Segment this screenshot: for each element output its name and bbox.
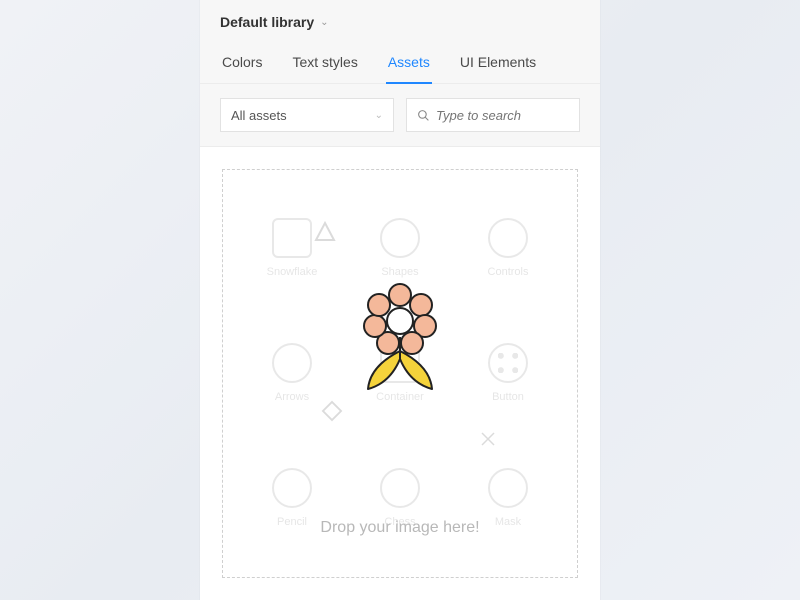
- panel-content: Snowflake Shapes Controls Arrows Contain…: [200, 147, 600, 600]
- tab-assets[interactable]: Assets: [386, 46, 432, 84]
- tab-text-styles[interactable]: Text styles: [290, 46, 359, 84]
- flower-icon: [350, 281, 450, 406]
- asset-filter-select[interactable]: All assets ⌄: [220, 98, 394, 132]
- dropzone-prompt: Drop your image here!: [223, 519, 577, 537]
- filter-row: All assets ⌄: [200, 84, 600, 147]
- chevron-down-icon: ⌄: [320, 17, 328, 28]
- dropzone[interactable]: Snowflake Shapes Controls Arrows Contain…: [222, 169, 578, 578]
- panel-header: Default library ⌄ Colors Text styles Ass…: [200, 0, 600, 84]
- search-field[interactable]: [406, 98, 580, 132]
- tab-colors[interactable]: Colors: [220, 46, 264, 84]
- tab-ui-elements[interactable]: UI Elements: [458, 46, 538, 84]
- library-label: Default library: [220, 14, 314, 30]
- tab-bar: Colors Text styles Assets UI Elements: [220, 40, 580, 83]
- assets-panel: Default library ⌄ Colors Text styles Ass…: [200, 0, 600, 600]
- chevron-down-icon: ⌄: [375, 110, 383, 121]
- asset-filter-value: All assets: [231, 108, 287, 123]
- search-icon: [417, 109, 430, 122]
- dropzone-overlay: [223, 170, 577, 577]
- library-selector[interactable]: Default library ⌄: [220, 14, 580, 40]
- search-input[interactable]: [436, 108, 569, 123]
